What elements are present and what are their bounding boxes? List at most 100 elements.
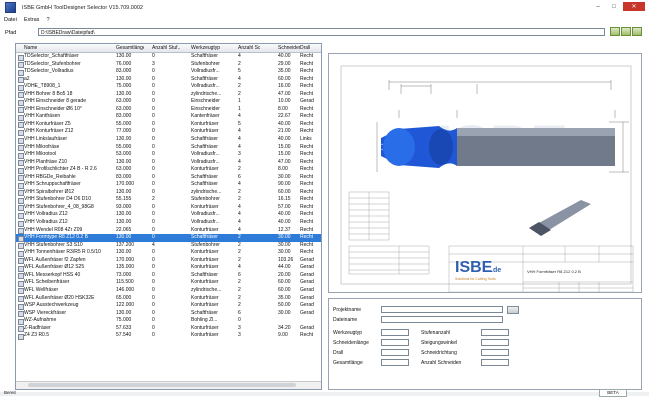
cutlen-input[interactable] [381,339,409,346]
table-cell: WSP Viereckfräser [24,309,67,316]
table-row[interactable]: TDSelector_Vollradius 83.000 0 Vollradiusfr… [16,68,321,76]
table-row[interactable]: Z-Radfräser 57.633 0 Konturfräser 3 34.20 Gera… [16,325,321,333]
table-row[interactable]: WSP Viereckfräser 130.00 0 Schaftfräser 6 30.… [16,310,321,318]
table-cell: 8.00 [278,105,288,112]
table-row[interactable]: WFL Außenfräser Ø20 HSK32E 65.000 0 Konturf… [16,295,321,303]
table-cell: Schaftfräser [191,234,218,241]
table-row[interactable]: VHH Formtype R8 Z12 0.2 B 130.00 0 Schaftfr… [16,234,321,242]
anzahl-input[interactable] [481,359,509,366]
table-cell: 4 [238,219,241,226]
table-cell: VHH Planfräse Z10 [24,158,68,165]
menu-datei[interactable]: Datei [4,17,17,23]
table-row[interactable]: WFL Messerkopf HSS 40 73.000 0 Schaftfräser… [16,272,321,280]
table-row[interactable]: VDHE_T8908_1 75.000 0 Vollradiusfr... 2 16.00… [16,83,321,91]
scroll-thumb[interactable] [28,383,296,387]
col-anzahl-schneiden[interactable]: Anzahl Sch... [238,45,260,51]
table-row[interactable]: VHH Einschneider Ø6 10° 63.000 0 Einschneid… [16,106,321,114]
table-cell: 0 [152,98,155,105]
stufen-input[interactable] [481,329,509,336]
table-row[interactable]: VHH Stufenbohrer_4_08_98G8 93.000 0 Konturf… [16,204,321,212]
table-cell: VHH Formtype R8 Z12 0.2 B [24,234,88,241]
table-row[interactable]: WFL Außenfräser Ø12 S25 135.000 0 Konturfrä… [16,264,321,272]
browse-folder-icon[interactable] [610,27,620,36]
horizontal-scrollbar[interactable] [16,381,321,389]
table-row[interactable]: VHH Mikrofräse 55.000 0 Schaftfräser 4 15.00 R… [16,144,321,152]
export-icon[interactable] [632,27,642,36]
table-row[interactable]: a2 130.00 0 Schaftfräser 4 60.00 Recht [16,76,321,84]
table-cell: 5 [238,120,241,127]
col-anzahl-stufen[interactable]: Anzahl Stuf... [152,45,180,51]
table-cell: Konturfräser [191,332,219,339]
table-row[interactable]: VHH RBGDe_Reibahle 83.000 0 Schaftfräser 6 30… [16,174,321,182]
window-title: ISBE GmbH ToolDesigner Selector V15.709.… [22,4,143,11]
table-row[interactable]: VHH Profilschlichter Z4 B - R 2.6 63.000 0… [16,166,321,174]
stufen-label: Stufenanzahl [421,330,451,336]
tooltype-input[interactable] [381,329,409,336]
refresh-icon[interactable] [621,27,631,36]
project-browse-button[interactable] [507,306,519,314]
col-drall[interactable]: Drall [300,45,320,51]
table-cell: 40.00 [278,53,291,59]
table-cell: 0 [152,264,155,271]
table-row[interactable]: VHH Kantfräsen 83.000 0 Kantenfräser 4 22.67 R… [16,113,321,121]
table-cell: Recht [300,120,314,127]
project-input[interactable] [381,306,503,313]
col-schneidenlaenge[interactable]: Schneiden... [278,45,300,51]
technical-drawing: ISBE ISBE .de Solutions for Cutting Tool… [340,65,634,292]
total-input[interactable] [381,359,409,366]
table-row[interactable]: VHH Stufenbohrer S3 S10 137.200 4 Stufenboh… [16,242,321,250]
col-werkzeugtyp[interactable]: Werkzeugtyp [191,45,231,51]
table-cell: 73.000 [116,271,132,278]
table-cell: 35.00 [278,68,291,75]
steig-input[interactable] [481,339,509,346]
table-row[interactable]: WFL Wellfräser 146.000 0 zylindrische... 2 60… [16,287,321,295]
table-row[interactable]: VHH Tonnenfräser R3/R5 R 0.5/10 130.00 0 Ko… [16,249,321,257]
table-row[interactable]: VHH Bohrer 8 Bo5 18 130.00 0 zylindrische..… [16,91,321,99]
anzahl-label: Anzahl Schneiden [421,360,462,366]
table-row[interactable]: TDSelector_Stufenbohrer 76.000 3 Stufenbohr… [16,61,321,69]
table-row[interactable]: VHH Konturfräser Z12 77.000 0 Konturfräser 4… [16,128,321,136]
minimize-icon[interactable]: – [591,2,605,11]
menu-extras[interactable]: Extras [24,17,40,23]
table-cell: 0 [152,271,155,278]
drall-input[interactable] [381,349,409,356]
table-cell: 0 [152,256,155,263]
table-cell: 0 [152,219,155,226]
menu-help[interactable]: ? [46,17,49,23]
maximize-icon[interactable]: □ [607,2,621,11]
table-cell: WFL Wellfräser [24,286,59,293]
table-row[interactable]: VHH Linkslaufräser 130.00 0 Schaftfräser 4 40… [16,136,321,144]
table-cell: 2 [238,286,241,293]
table-row[interactable]: VHH Einschneider 8 gerade 63.000 0 Einschne… [16,98,321,106]
table-row[interactable]: Z4 Z3 R0.5 57.540 0 Konturfräser 3 9.00 Recht [16,332,321,340]
file-input[interactable] [381,316,503,323]
table-cell: 130.00 [116,75,132,82]
table-row[interactable]: VHH Vollradius Z12 130.00 0 Vollradiusfr...… [16,219,321,227]
table-row[interactable]: VHH Wendel R08 4Zr Z09 22.065 0 Konturfräse… [16,227,321,235]
table-cell: 8.00 [278,166,288,173]
table-cell: VHH Stufenbohrer S3 S10 [24,241,83,248]
path-input[interactable]: D:\ISBEDraw\Dateipfad\ [38,28,605,36]
table-row[interactable]: VHH Stufenbohrer D4 D6 D10 55.155 2 Stufenb… [16,196,321,204]
table-row[interactable]: WFL Außenfräser f2 Zapfen 170.000 0 Konturf… [16,257,321,265]
app-icon [5,2,16,13]
schneid-input[interactable] [481,349,509,356]
file-list[interactable]: Name Gesamtlänge Anzahl Stuf... Werkzeug… [15,43,322,390]
table-row[interactable]: VHH Konturfräser Z5 55.000 0 Konturfräser 5 4… [16,121,321,129]
table-cell: 83.000 [116,68,132,75]
table-cell: Recht [300,241,314,248]
table-row[interactable]: VHH Spiralbohrer Ø12 130.00 0 zylindrische.… [16,189,321,197]
table-row[interactable]: VHH Schruppschaftfräser 170.000 0 Schaftfrä… [16,181,321,189]
table-row[interactable]: VHH Planfräse Z10 130.00 0 Vollradiusfr... 4… [16,159,321,167]
table-row[interactable]: VHH Mikrotool 53.000 0 Vollradiusfr... 3 15.0… [16,151,321,159]
table-row[interactable]: WFL Scheibenfräser 115.500 0 Konturfräser 2 6… [16,279,321,287]
table-row[interactable]: VHH Vollradius Z12 130.00 0 Vollradiusfr...… [16,211,321,219]
table-row[interactable]: TDSelector_Schaftfräser 130.00 0 Schaftfräs… [16,53,321,61]
table-row[interactable]: WSP Ausstechwerkzeug 122.000 0 Konturfräser… [16,302,321,310]
col-gesamtlaenge[interactable]: Gesamtlänge [116,45,144,51]
table-cell: 30.00 [278,249,291,256]
table-row[interactable]: WZ-Aufnahme 75.000 0 Bohling Zl... 0 [16,317,321,325]
drawing-title-value: VHH Formfräser R8 Z12 0.2 B [527,269,581,274]
close-icon[interactable]: ✕ [623,2,645,11]
col-name[interactable]: Name [24,45,114,51]
